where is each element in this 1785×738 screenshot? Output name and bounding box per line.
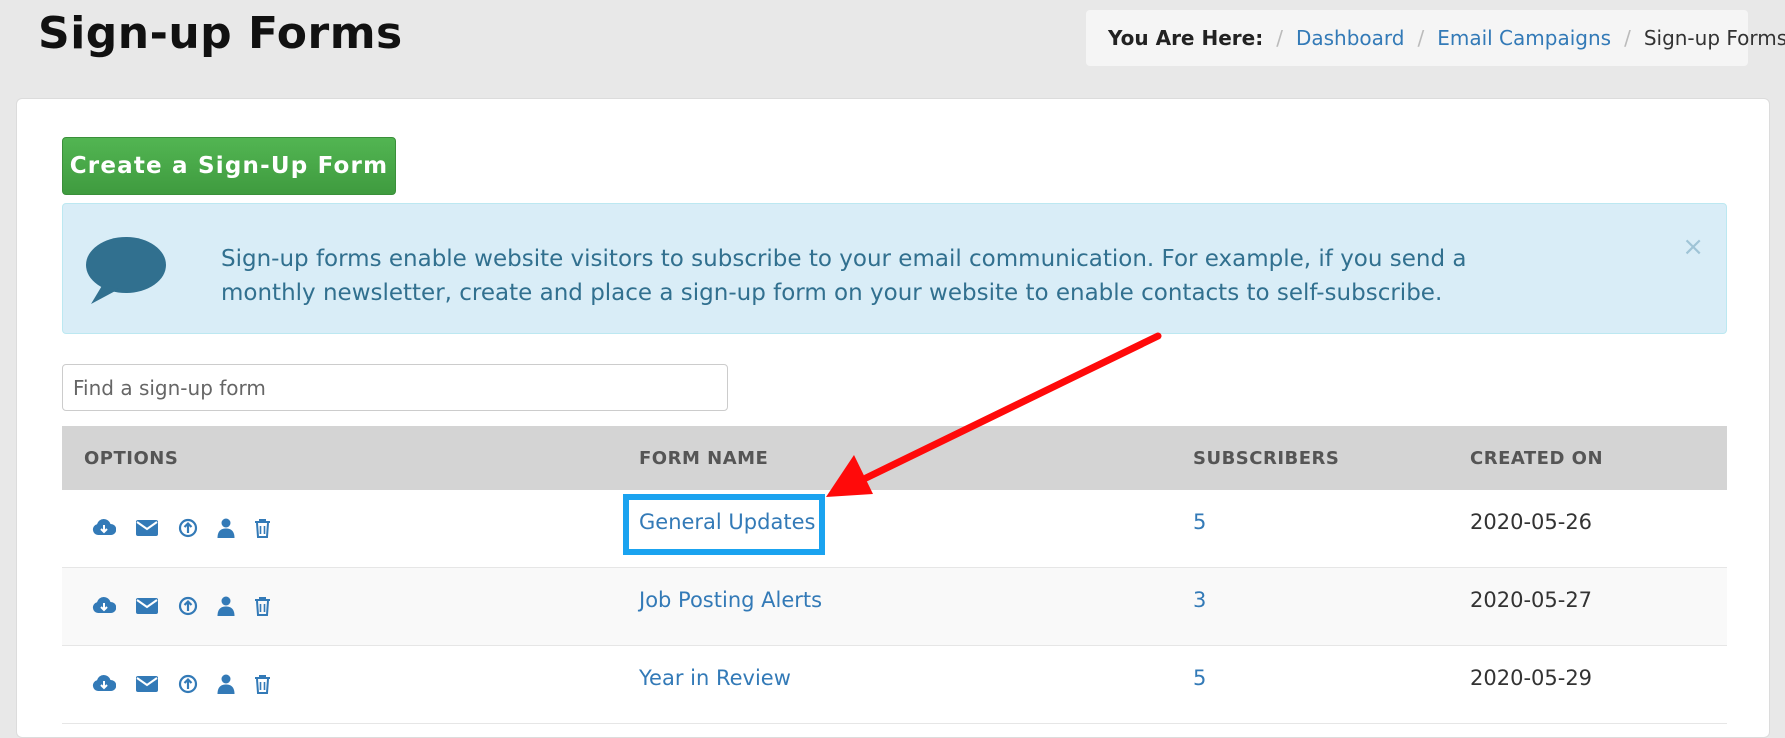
- table-row: Year in Review 5 2020-05-29: [62, 646, 1727, 724]
- breadcrumb-dashboard-link[interactable]: Dashboard: [1296, 26, 1405, 50]
- table-header: OPTIONS FORM NAME SUBSCRIBERS CREATED ON: [62, 426, 1727, 490]
- breadcrumb-separator: /: [1417, 26, 1425, 50]
- breadcrumb: You Are Here: / Dashboard / Email Campai…: [1086, 10, 1785, 66]
- page-title: Sign-up Forms: [38, 8, 403, 59]
- breadcrumb-separator: /: [1624, 26, 1631, 50]
- breadcrumb-separator: /: [1276, 26, 1283, 50]
- envelope-icon[interactable]: [135, 519, 159, 537]
- subscribers-count-link[interactable]: 5: [1193, 666, 1206, 690]
- breadcrumb-email-campaigns-link[interactable]: Email Campaigns: [1437, 26, 1611, 50]
- user-icon[interactable]: [217, 518, 235, 538]
- table-row: General Updates 5 2020-05-26: [62, 490, 1727, 568]
- trash-icon[interactable]: [254, 518, 271, 538]
- upload-circle-icon[interactable]: [178, 518, 198, 538]
- subscribers-count-link[interactable]: 3: [1193, 588, 1206, 612]
- form-name-link[interactable]: Year in Review: [639, 666, 791, 690]
- created-on-date: 2020-05-27: [1470, 588, 1593, 612]
- column-header-form-name[interactable]: FORM NAME: [639, 448, 768, 469]
- upload-circle-icon[interactable]: [178, 674, 198, 694]
- created-on-date: 2020-05-26: [1470, 510, 1593, 534]
- close-icon[interactable]: ×: [1682, 232, 1704, 262]
- info-alert: Sign-up forms enable website visitors to…: [62, 203, 1727, 334]
- speech-bubble-icon: [83, 234, 167, 310]
- table-row: Job Posting Alerts 3 2020-05-27: [62, 568, 1727, 646]
- created-on-date: 2020-05-29: [1470, 666, 1593, 690]
- column-header-created-on[interactable]: CREATED ON: [1470, 448, 1603, 469]
- column-header-options: OPTIONS: [84, 448, 179, 469]
- upload-circle-icon[interactable]: [178, 596, 198, 616]
- create-signup-form-button[interactable]: Create a Sign-Up Form: [62, 137, 396, 195]
- breadcrumb-lead: You Are Here:: [1108, 26, 1264, 50]
- download-cloud-icon[interactable]: [92, 674, 117, 694]
- trash-icon[interactable]: [254, 674, 271, 694]
- form-name-link[interactable]: General Updates: [639, 510, 815, 534]
- alert-message: Sign-up forms enable website visitors to…: [221, 246, 1467, 306]
- trash-icon[interactable]: [254, 596, 271, 616]
- download-cloud-icon[interactable]: [92, 518, 117, 538]
- row-options: [92, 596, 290, 616]
- form-name-link[interactable]: Job Posting Alerts: [639, 588, 822, 612]
- row-options: [92, 674, 290, 694]
- user-icon[interactable]: [217, 596, 235, 616]
- envelope-icon[interactable]: [135, 597, 159, 615]
- breadcrumb-current: Sign-up Forms: [1643, 26, 1785, 50]
- search-input[interactable]: [62, 364, 728, 411]
- envelope-icon[interactable]: [135, 675, 159, 693]
- download-cloud-icon[interactable]: [92, 596, 117, 616]
- user-icon[interactable]: [217, 674, 235, 694]
- row-options: [92, 518, 290, 538]
- subscribers-count-link[interactable]: 5: [1193, 510, 1206, 534]
- column-header-subscribers[interactable]: SUBSCRIBERS: [1193, 448, 1339, 469]
